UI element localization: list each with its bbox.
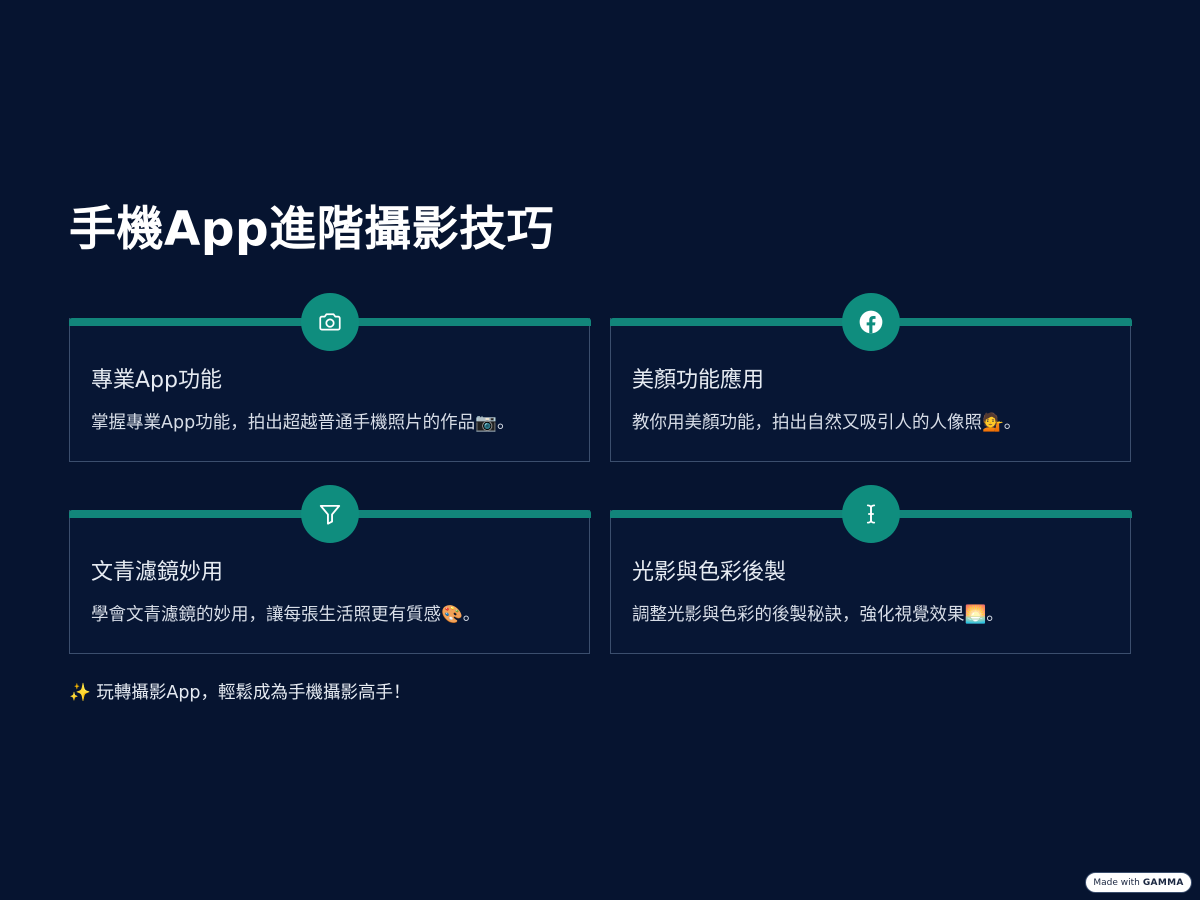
camera-icon bbox=[300, 293, 359, 351]
card-description: 調整光影與色彩的後製秘訣，強化視覺效果🌅。 bbox=[632, 605, 1004, 625]
card-beauty-filter: 美顏功能應用 教你用美顏功能，拍出自然又吸引人的人像照💁。 bbox=[609, 293, 1132, 462]
facebook-icon bbox=[841, 293, 900, 351]
page-title: 手機App進階攝影技巧 bbox=[69, 202, 555, 257]
card-professional-app: 專業App功能 掌握專業App功能，拍出超越普通手機照片的作品📷。 bbox=[68, 293, 591, 462]
card-artsy-filters: 文青濾鏡妙用 學會文青濾鏡的妙用，讓每張生活照更有質感🎨。 bbox=[68, 485, 591, 654]
gamma-logo: GAMMA bbox=[1142, 877, 1184, 888]
text-cursor-icon bbox=[841, 485, 900, 543]
card-title: 光影與色彩後製 bbox=[632, 560, 787, 585]
card-description: 掌握專業App功能，拍出超越普通手機照片的作品📷。 bbox=[91, 413, 515, 433]
card-title: 文青濾鏡妙用 bbox=[91, 560, 224, 585]
made-with-gamma-badge[interactable]: Made with GAMMA bbox=[1085, 872, 1192, 893]
card-description: 學會文青濾鏡的妙用，讓每張生活照更有質感🎨。 bbox=[91, 605, 481, 625]
card-description: 教你用美顏功能，拍出自然又吸引人的人像照💁。 bbox=[632, 413, 1022, 433]
badge-prefix: Made with bbox=[1093, 877, 1140, 888]
card-title: 專業App功能 bbox=[91, 368, 222, 393]
card-title: 美顏功能應用 bbox=[632, 368, 765, 393]
card-light-color-editing: 光影與色彩後製 調整光影與色彩的後製秘訣，強化視覺效果🌅。 bbox=[609, 485, 1132, 654]
footer-note: ✨ 玩轉攝影App，輕鬆成為手機攝影高手！ bbox=[69, 683, 411, 703]
filter-icon bbox=[300, 485, 359, 543]
